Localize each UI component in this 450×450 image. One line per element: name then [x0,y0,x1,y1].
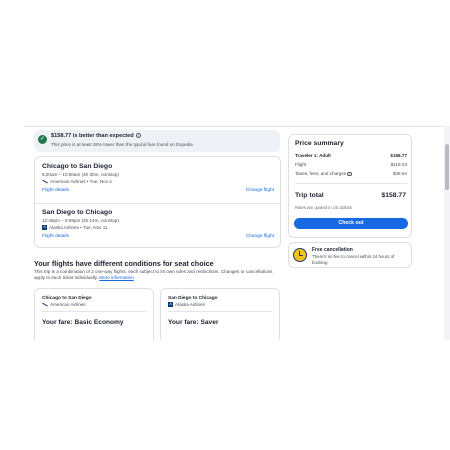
more-information-link[interactable]: More information [99,275,133,280]
taxes-label: Taxes, fees, and charges i [295,171,352,177]
conditions-heading: Your flights have different conditions f… [34,259,214,268]
price-deal-banner: ✓ $158.77 is better than expected i This … [34,130,280,152]
fare-card-outbound: Chicago to San Diego American Airlines Y… [34,288,154,340]
flight-leg-outbound: Chicago to San Diego 6:20am – 10:50am (4… [42,163,274,196]
checkout-page: ✓ $158.77 is better than expected i This … [24,126,450,340]
trip-total-value: $158.77 [381,192,406,199]
leg-route: Chicago to San Diego [42,163,113,170]
change-flight-link[interactable]: Change flight [246,188,274,193]
checkmark-icon: ✓ [38,135,47,144]
conditions-text: This trip is a combination of 2 one-way … [34,269,273,281]
cancellation-text: There's no fee to cancel within 24 hours… [312,254,395,265]
rates-note: Rates are quoted in US dollars [295,205,353,210]
price-summary-card: Price summary Traveler 1: Adult $158.77 … [288,134,412,238]
fare-route: Chicago to San Diego [42,296,92,301]
banner-title: $158.77 is better than expected i [51,133,141,139]
leg-times: 12:45pm – 6:59pm (4h 14m, nonstop) [42,218,119,223]
american-airlines-logo-icon [42,179,48,184]
taxes-value: $39.54 [392,171,407,176]
traveler-value: $158.77 [390,153,407,158]
flight-details-link[interactable]: Flight details [42,188,69,193]
flight-leg-return: San Diego to Chicago 12:45pm – 6:59pm (4… [42,209,274,242]
leg-divider [35,203,280,204]
price-summary-title: Price summary [295,140,344,147]
alaska-airlines-logo-icon: A [168,302,173,307]
scrollbar-thumb[interactable] [445,144,449,190]
flight-price-row: Flight $119.23 [295,162,407,169]
fare-name: Your fare: Basic Economy [42,319,124,326]
leg-route: San Diego to Chicago [42,209,113,216]
fare-route: San Diego to Chicago [168,296,218,301]
traveler-label: Traveler 1: Adult [295,153,331,158]
clock-icon [293,248,307,262]
traveler-row: Traveler 1: Adult $158.77 [295,153,407,160]
check-out-button[interactable]: Check out [294,218,408,229]
flight-label: Flight [295,162,307,167]
flights-card: Chicago to San Diego 6:20am – 10:50am (4… [34,156,281,248]
taxes-row: Taxes, fees, and charges i $39.54 [295,171,407,178]
cancellation-title: Free cancellation [312,247,353,253]
leg-times: 6:20am – 10:50am (4h 30m, nonstop) [42,172,119,177]
banner-subtitle: This price is at least 38% lower than th… [51,142,193,147]
scrollbar[interactable] [444,126,450,340]
info-icon[interactable]: i [135,133,141,139]
fare-card-return: San Diego to Chicago A Alaska Airlines Y… [160,288,280,340]
fare-name: Your fare: Saver [168,319,219,326]
summary-divider [295,183,407,184]
fare-divider [168,311,272,312]
flight-details-link[interactable]: Flight details [42,234,69,239]
free-cancellation-card: Free cancellation There's no fee to canc… [288,242,412,268]
leg-airline: A Alaska Airlines • Tue, Nov 11 [42,225,108,230]
fare-airline: A Alaska Airlines [168,302,205,307]
change-flight-link[interactable]: Change flight [246,234,274,239]
american-airlines-logo-icon [42,302,48,307]
leg-airline: American Airlines • Tue, Nov 4 [42,179,274,184]
info-icon[interactable]: i [347,171,352,177]
top-divider [24,126,450,127]
fare-divider [42,311,146,312]
trip-total-label: Trip total [295,192,324,199]
flight-value: $119.23 [390,162,407,167]
fare-airline: American Airlines [42,302,86,307]
alaska-airlines-logo-icon: A [42,225,47,230]
